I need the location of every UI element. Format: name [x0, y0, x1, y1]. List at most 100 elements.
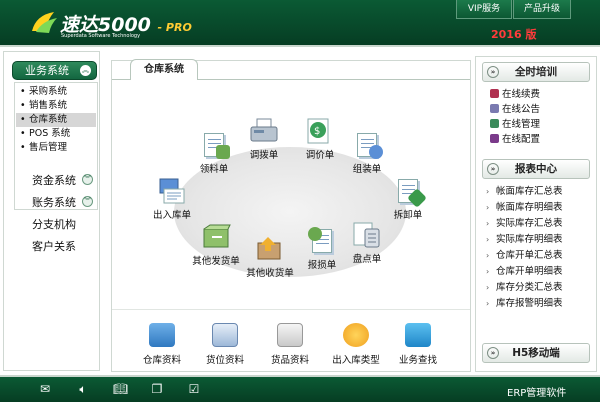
node-stocktake[interactable]: 盘点单	[337, 221, 397, 265]
quick-location-data[interactable]: 货位资料	[193, 323, 257, 366]
report-item[interactable]: › 库存分类汇总表	[486, 279, 563, 293]
node-other-shipment[interactable]: 其他发货单	[186, 223, 246, 267]
quick-label: 业务查找	[398, 355, 437, 366]
funds-label: 资金系统	[32, 174, 76, 187]
product-upgrade-button[interactable]: 产品升级	[513, 0, 571, 19]
double-arrow-right-icon: »	[487, 347, 499, 359]
quick-access-separator	[112, 309, 470, 310]
report-item[interactable]: › 帐面库存明细表	[486, 199, 563, 213]
tab-warehouse-system[interactable]: 仓库系统	[130, 59, 198, 80]
left-sidebar: 业务系统 ︽ 采购系统 销售系统 仓库系统 POS 系统 售后管理 资金系统 ︾…	[3, 51, 100, 371]
sidebar-item-accounting[interactable]: 账务系统 ︾	[32, 194, 93, 210]
sidebar-item-purchase[interactable]: 采购系统	[16, 85, 96, 99]
version-year: 2016 版	[491, 28, 537, 41]
window-icon[interactable]: ❐	[150, 383, 164, 396]
quick-label: 出入库类型	[332, 355, 380, 366]
sidebar-item-warehouse[interactable]: 仓库系统	[16, 113, 96, 127]
app-header: 速达5000 - PRO Superdata Software Technolo…	[0, 0, 600, 47]
damage-report-icon	[306, 227, 338, 255]
node-disassembly[interactable]: 拆卸单	[378, 177, 438, 221]
sidebar-item-branches[interactable]: 分支机构	[32, 216, 76, 232]
sidebar-item-crm[interactable]: 客户关系	[32, 238, 76, 254]
report-item[interactable]: › 实际库存明细表	[486, 231, 563, 245]
chevron-right-icon: ›	[486, 283, 490, 292]
quick-label: 仓库资料	[142, 355, 181, 366]
report-item[interactable]: › 仓库开单汇总表	[486, 247, 563, 261]
sidebar-item-pos[interactable]: POS 系统	[16, 127, 96, 141]
report-item-label: 库存分类汇总表	[496, 282, 563, 293]
book-icon	[490, 134, 499, 143]
expand-icon[interactable]: ︾	[82, 174, 93, 185]
node-label: 领料单	[199, 164, 229, 175]
training-item-notice[interactable]: 在线公告	[490, 101, 540, 115]
expand-icon[interactable]: ︾	[82, 196, 93, 207]
vip-service-button[interactable]: VIP服务	[456, 0, 512, 19]
goods-data-icon	[277, 323, 303, 347]
node-label: 出入库单	[152, 210, 191, 221]
node-transfer[interactable]: 调拨单	[234, 117, 294, 161]
double-arrow-right-icon: »	[487, 66, 499, 78]
stocktake-calculator-icon	[351, 221, 383, 249]
training-header-label: 全时培训	[515, 66, 557, 78]
location-card-icon	[212, 323, 238, 347]
quick-business-search[interactable]: 业务查找	[386, 323, 450, 366]
node-label: 盘点单	[352, 254, 382, 265]
training-item-renew[interactable]: 在线续费	[490, 86, 540, 100]
training-item-config[interactable]: 在线配置	[490, 131, 540, 145]
node-other-receipt[interactable]: 其他收货单	[240, 235, 300, 279]
training-item-manage[interactable]: 在线管理	[490, 116, 540, 130]
mail-icon[interactable]: ✉	[38, 383, 52, 396]
training-item-label: 在线管理	[502, 119, 541, 130]
footer-erp-label: ERP管理软件	[507, 388, 567, 399]
report-center-label: 报表中心	[515, 163, 557, 175]
quick-in-out-type[interactable]: 出入库类型	[324, 323, 388, 366]
quick-label: 货品资料	[270, 355, 309, 366]
chevron-right-icon: ›	[486, 187, 490, 196]
search-icon	[405, 323, 431, 347]
book-icon	[490, 89, 499, 98]
sidebar-item-sales[interactable]: 销售系统	[16, 99, 96, 113]
sidebar-item-funds[interactable]: 资金系统 ︾	[32, 172, 93, 188]
sidebar-item-after-sales[interactable]: 售后管理	[16, 141, 96, 155]
speaker-icon[interactable]: 🔈︎	[76, 383, 90, 396]
business-system-label: 业务系统	[25, 64, 69, 77]
node-in-out-stock[interactable]: 出入库单	[142, 177, 202, 221]
double-arrow-right-icon: »	[487, 163, 499, 175]
collapse-icon[interactable]: ︽	[80, 65, 91, 76]
chevron-right-icon: ›	[486, 219, 490, 228]
node-label: 其他发货单	[192, 256, 240, 267]
report-item[interactable]: › 库存报警明细表	[486, 295, 563, 309]
check-circle-icon[interactable]: ☑	[187, 383, 201, 396]
report-item-label: 帐面库存汇总表	[496, 186, 563, 197]
training-item-label: 在线公告	[502, 104, 541, 115]
requisition-doc-icon	[198, 131, 230, 159]
chevron-right-icon: ›	[486, 235, 490, 244]
mobile-h5-header[interactable]: » H5移动端	[482, 343, 590, 363]
node-label: 组装单	[352, 164, 382, 175]
assembly-gear-icon	[351, 131, 383, 159]
price-adjust-icon: $	[304, 117, 336, 145]
book-icon	[490, 119, 499, 128]
accounting-label: 账务系统	[32, 196, 76, 209]
book-icon	[490, 104, 499, 113]
business-system-header[interactable]: 业务系统 ︽	[12, 61, 97, 80]
report-item[interactable]: › 仓库开单明细表	[486, 263, 563, 277]
report-center-header[interactable]: » 报表中心	[482, 159, 590, 179]
report-item-label: 实际库存明细表	[496, 234, 563, 245]
chevron-right-icon: ›	[486, 267, 490, 276]
node-label: 拆卸单	[393, 210, 423, 221]
chevron-right-icon: ›	[486, 251, 490, 260]
receipt-box-icon	[254, 235, 286, 263]
quick-goods-data[interactable]: 货品资料	[258, 323, 322, 366]
node-label: 调拨单	[249, 150, 279, 161]
report-item[interactable]: › 帐面库存汇总表	[486, 183, 563, 197]
quick-warehouse-data[interactable]: 仓库资料	[130, 323, 194, 366]
leaf-logo-icon	[32, 12, 57, 33]
node-assembly[interactable]: 组装单	[337, 131, 397, 175]
report-item[interactable]: › 实际库存汇总表	[486, 215, 563, 229]
book-icon[interactable]: 📖︎	[113, 383, 128, 396]
quick-label: 货位资料	[205, 355, 244, 366]
training-header[interactable]: » 全时培训	[482, 62, 590, 82]
report-item-label: 实际库存汇总表	[496, 218, 563, 229]
warehouse-data-icon	[149, 323, 175, 347]
